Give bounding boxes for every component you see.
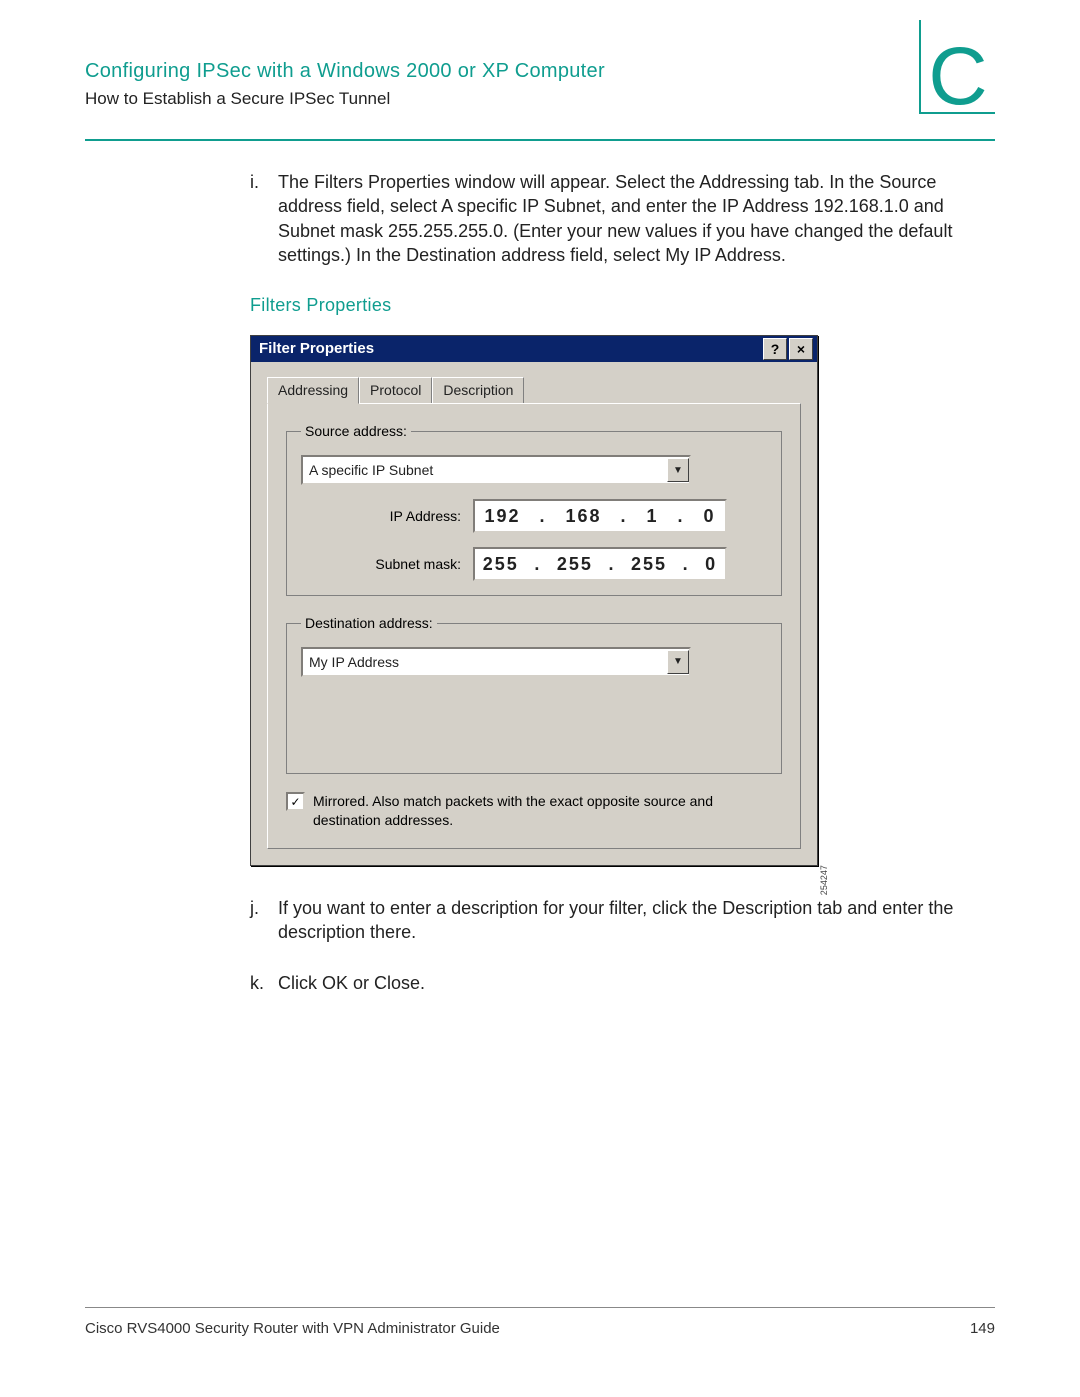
step-marker: i. xyxy=(250,170,278,267)
ip-octet: 168 xyxy=(565,504,601,528)
step-marker: k. xyxy=(250,971,278,995)
ip-octet: 0 xyxy=(703,504,715,528)
destination-dropdown-value: My IP Address xyxy=(309,653,399,672)
source-address-dropdown[interactable]: A specific IP Subnet ▼ xyxy=(301,455,691,485)
footer-page-number: 149 xyxy=(970,1320,995,1337)
ip-address-input[interactable]: 192. 168. 1. 0 xyxy=(473,499,727,533)
mirrored-label: Mirrored. Also match packets with the ex… xyxy=(313,792,782,830)
mirrored-row: ✓ Mirrored. Also match packets with the … xyxy=(286,792,782,830)
tab-strip: Addressing Protocol Description xyxy=(251,362,817,403)
tab-panel-addressing: Source address: A specific IP Subnet ▼ I… xyxy=(267,403,801,849)
subnet-mask-row: Subnet mask: 255. 255. 255. 0 xyxy=(301,547,767,581)
document-page: Configuring IPSec with a Windows 2000 or… xyxy=(0,0,1080,1397)
step-text: If you want to enter a description for y… xyxy=(278,896,990,945)
dialog-titlebar[interactable]: Filter Properties ? × xyxy=(251,336,817,362)
step-text: Click OK or Close. xyxy=(278,971,990,995)
ip-octet: 255 xyxy=(483,552,519,576)
destination-legend: Destination address: xyxy=(301,614,437,633)
step-marker: j. xyxy=(250,896,278,945)
header-subtitle: How to Establish a Secure IPSec Tunnel xyxy=(85,89,995,109)
ip-address-label: IP Address: xyxy=(301,507,473,526)
ip-octet: 192 xyxy=(484,504,520,528)
page-header: Configuring IPSec with a Windows 2000 or… xyxy=(85,45,995,141)
body-content: i. The Filters Properties window will ap… xyxy=(250,170,990,1021)
tab-addressing[interactable]: Addressing xyxy=(267,377,359,404)
filter-properties-dialog: Filter Properties ? × Addressing Protoco… xyxy=(250,335,818,866)
step-j: j. If you want to enter a description fo… xyxy=(250,896,990,945)
step-k: k. Click OK or Close. xyxy=(250,971,990,995)
appendix-letter: C xyxy=(928,36,987,118)
help-button[interactable]: ? xyxy=(763,338,787,360)
ip-address-row: IP Address: 192. 168. 1. 0 xyxy=(301,499,767,533)
subnet-mask-input[interactable]: 255. 255. 255. 0 xyxy=(473,547,727,581)
header-title: Configuring IPSec with a Windows 2000 or… xyxy=(85,60,995,83)
destination-address-group: Destination address: My IP Address ▼ xyxy=(286,614,782,774)
chevron-down-icon: ▼ xyxy=(667,650,689,674)
ip-octet: 0 xyxy=(705,552,717,576)
source-legend: Source address: xyxy=(301,422,411,441)
page-footer: Cisco RVS4000 Security Router with VPN A… xyxy=(85,1307,995,1337)
tab-protocol[interactable]: Protocol xyxy=(359,377,432,403)
destination-address-dropdown[interactable]: My IP Address ▼ xyxy=(301,647,691,677)
appendix-badge: C xyxy=(895,20,995,125)
figure-label: Filters Properties xyxy=(250,293,990,317)
source-address-group: Source address: A specific IP Subnet ▼ I… xyxy=(286,422,782,596)
ip-octet: 255 xyxy=(631,552,667,576)
source-dropdown-value: A specific IP Subnet xyxy=(309,461,433,480)
step-text: The Filters Properties window will appea… xyxy=(278,170,990,267)
close-button[interactable]: × xyxy=(789,338,813,360)
tab-description[interactable]: Description xyxy=(432,377,524,403)
figure-code: 254247 xyxy=(818,865,830,895)
ip-octet: 1 xyxy=(646,504,658,528)
chevron-down-icon: ▼ xyxy=(667,458,689,482)
mirrored-checkbox[interactable]: ✓ xyxy=(286,792,305,811)
ip-octet: 255 xyxy=(557,552,593,576)
step-i: i. The Filters Properties window will ap… xyxy=(250,170,990,267)
footer-doc-title: Cisco RVS4000 Security Router with VPN A… xyxy=(85,1320,500,1337)
dialog-title: Filter Properties xyxy=(255,339,761,359)
subnet-mask-label: Subnet mask: xyxy=(301,555,473,574)
